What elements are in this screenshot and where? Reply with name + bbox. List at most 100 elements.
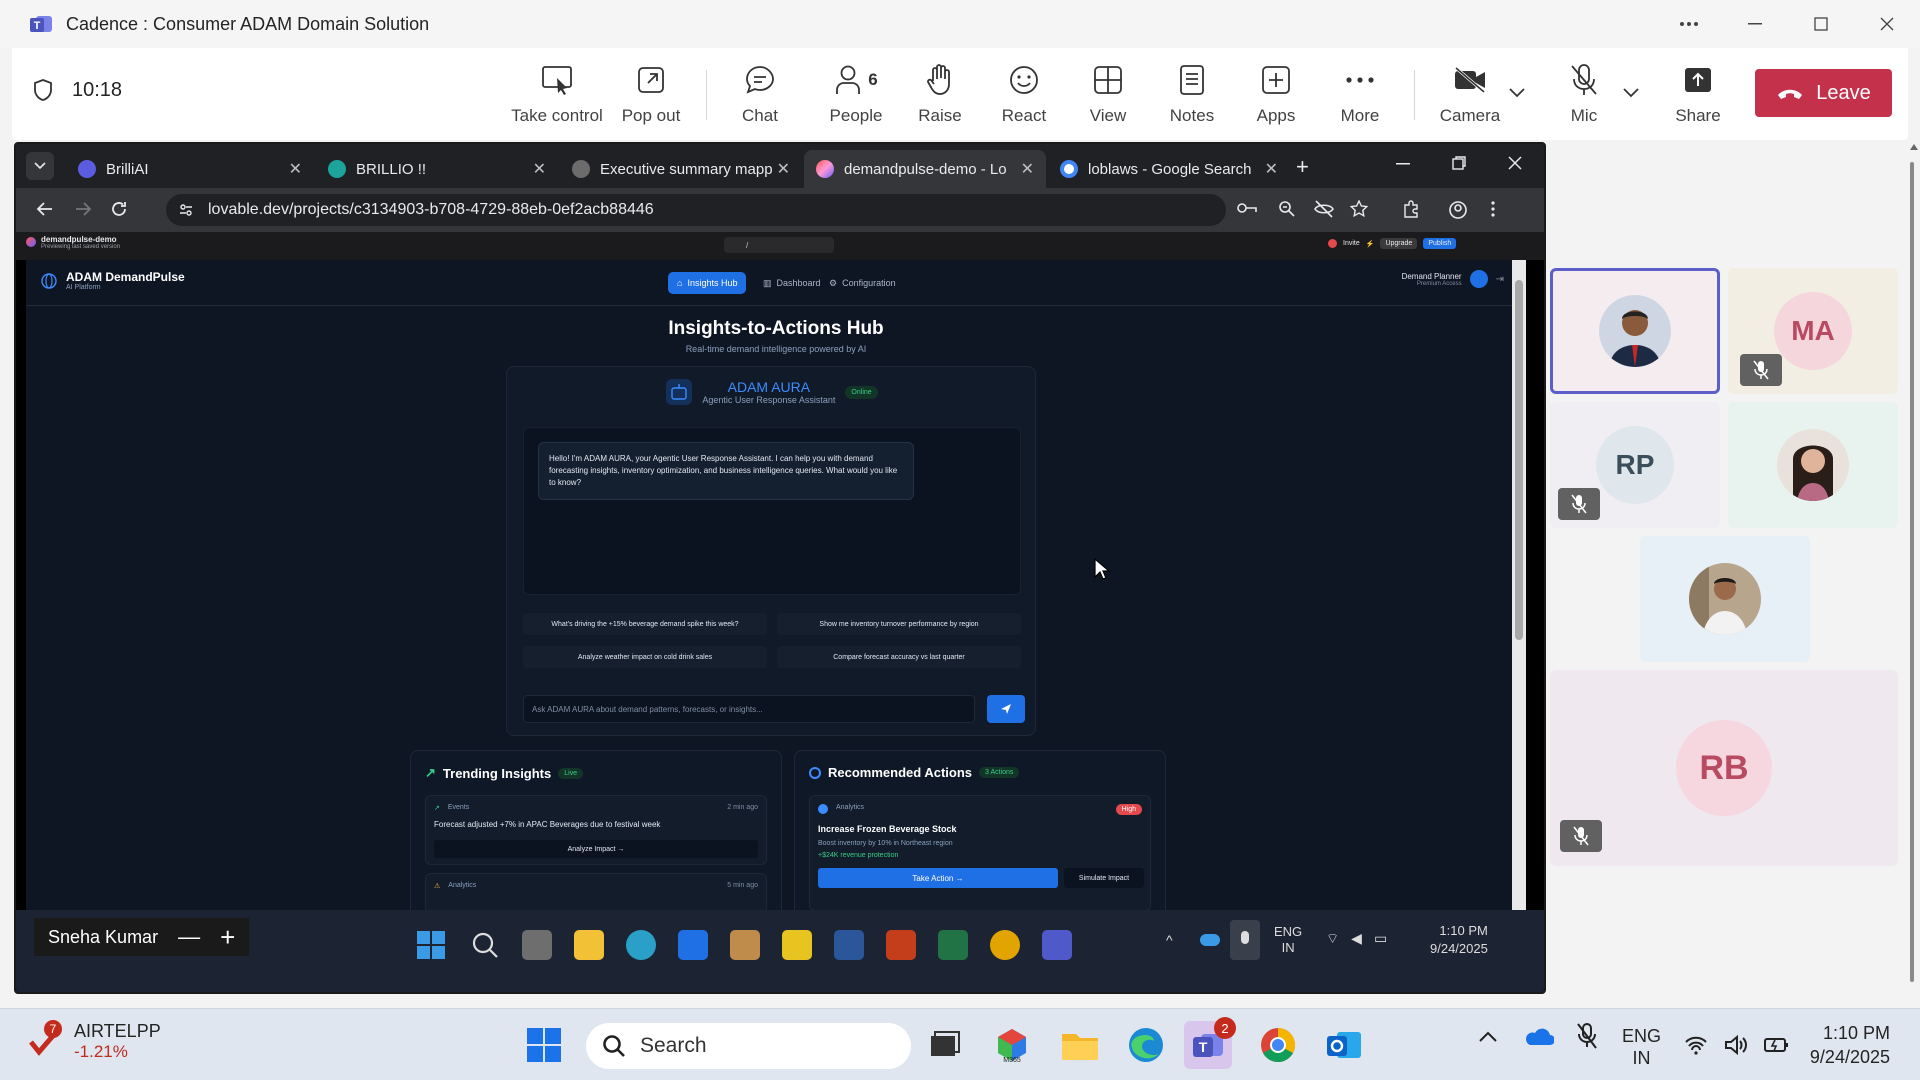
zoom-in-icon[interactable]: +: [220, 922, 235, 953]
close-tab-icon[interactable]: ✕: [289, 159, 302, 179]
browser-tab-executive-summary[interactable]: Executive summary mapp ✕: [560, 150, 802, 188]
suggestion-button[interactable]: Compare forecast accuracy vs last quarte…: [777, 646, 1021, 668]
leave-button[interactable]: Leave: [1755, 69, 1892, 117]
close-tab-icon[interactable]: ✕: [1265, 159, 1278, 179]
browser-restore-icon[interactable]: [1452, 156, 1466, 170]
suggestion-button[interactable]: Analyze weather impact on cold drink sal…: [523, 646, 767, 668]
user-menu[interactable]: Demand Planner Premium Access ⇥: [1402, 270, 1504, 288]
invite-button[interactable]: Invite: [1343, 240, 1360, 247]
system-clock[interactable]: 1:10 PM 9/24/2025: [1810, 1021, 1890, 1069]
show-hidden-icons-chevron-icon[interactable]: [1478, 1029, 1498, 1043]
upgrade-button[interactable]: Upgrade: [1380, 238, 1418, 249]
onedrive-icon[interactable]: [1524, 1025, 1554, 1047]
m365-button[interactable]: M365: [988, 1021, 1036, 1069]
suggestion-button[interactable]: What's driving the +15% beverage demand …: [523, 613, 767, 635]
more-label: More: [1340, 106, 1380, 125]
taskbar-search[interactable]: Search: [586, 1023, 911, 1069]
take-control-button[interactable]: Take control: [511, 60, 603, 126]
profile-icon[interactable]: [1448, 200, 1468, 220]
site-info-icon[interactable]: [178, 202, 194, 218]
browser-menu-icon[interactable]: [1490, 200, 1496, 218]
simulate-impact-button[interactable]: Simulate Impact: [1064, 868, 1144, 888]
close-tab-icon[interactable]: ✕: [777, 159, 790, 179]
extensions-puzzle-icon[interactable]: [1402, 200, 1420, 218]
camera-button[interactable]: Camera: [1425, 60, 1515, 126]
people-button[interactable]: 6 People: [811, 60, 901, 126]
apps-button[interactable]: Apps: [1231, 60, 1321, 126]
stock-widget[interactable]: 7 AIRTELPP -1.21%: [28, 1019, 161, 1062]
notes-button[interactable]: Notes: [1147, 60, 1237, 126]
more-button[interactable]: More: [1315, 60, 1405, 126]
chrome-button[interactable]: [1254, 1021, 1302, 1069]
edge-button[interactable]: [1122, 1021, 1170, 1069]
password-key-icon[interactable]: [1236, 200, 1258, 216]
nav-insights-hub[interactable]: ⌂ Insights Hub: [668, 272, 747, 294]
eye-off-icon[interactable]: [1314, 200, 1334, 218]
forward-arrow-icon[interactable]: [74, 200, 92, 218]
browser-close-icon[interactable]: [1508, 156, 1522, 170]
participant-tile-photo-2[interactable]: [1728, 402, 1898, 528]
task-view-button[interactable]: [920, 1021, 968, 1069]
ask-input[interactable]: Ask ADAM AURA about demand patterns, for…: [523, 695, 975, 723]
new-tab-plus-icon[interactable]: +: [1296, 154, 1309, 180]
participant-tile-active-speaker[interactable]: [1550, 268, 1720, 394]
language[interactable]: ENG: [1622, 1025, 1661, 1047]
send-icon: [1001, 704, 1011, 714]
file-explorer-button[interactable]: [1056, 1021, 1104, 1069]
app-scrollbar[interactable]: [1512, 260, 1526, 910]
share-button[interactable]: Share: [1653, 60, 1743, 126]
nav-dashboard[interactable]: ▥ Dashboard: [754, 272, 830, 294]
bookmark-star-icon[interactable]: [1350, 200, 1368, 218]
browser-tab-demandpulse[interactable]: demandpulse-demo - Lo ✕: [804, 150, 1046, 188]
analyze-impact-button[interactable]: Analyze Impact →: [434, 840, 758, 858]
raise-hand-button[interactable]: Raise: [895, 60, 985, 126]
teams-button[interactable]: T 2: [1184, 1017, 1236, 1069]
view-button[interactable]: View: [1063, 60, 1153, 126]
react-button[interactable]: React: [979, 60, 1069, 126]
participant-tile-photo-3[interactable]: [1640, 536, 1810, 662]
nav-configuration[interactable]: ⚙ Configuration: [820, 272, 905, 294]
close-button[interactable]: [1854, 0, 1920, 48]
take-action-button[interactable]: Take Action →: [818, 868, 1058, 888]
app-brand[interactable]: ADAM DemandPulse AI Platform: [40, 270, 185, 291]
more-options-icon[interactable]: [1656, 0, 1722, 48]
participant-tile-rp[interactable]: RP: [1550, 402, 1720, 528]
tab-search-chevron-icon[interactable]: [26, 152, 54, 180]
browser-tab-brilliai[interactable]: BrilliAI ✕: [66, 150, 314, 188]
maximize-button[interactable]: [1788, 0, 1854, 48]
address-bar[interactable]: lovable.dev/projects/c3134903-b708-4729-…: [166, 194, 1226, 226]
browser-tab-brillio[interactable]: BRILLIO !! ✕: [316, 150, 558, 188]
reload-icon[interactable]: [110, 200, 128, 218]
browser-minimize-icon[interactable]: [1396, 156, 1410, 170]
lovable-path-bar[interactable]: /: [724, 237, 834, 253]
participant-tile-ma[interactable]: MA: [1728, 268, 1898, 394]
wifi-icon: [1685, 1036, 1707, 1055]
mic-muted-tray-icon[interactable]: [1576, 1023, 1598, 1049]
participant-tile-rb[interactable]: RB: [1550, 670, 1898, 866]
logout-icon[interactable]: ⇥: [1496, 274, 1504, 285]
pop-out-button[interactable]: Pop out: [606, 60, 696, 126]
chat-button[interactable]: Chat: [715, 60, 805, 126]
region[interactable]: IN: [1622, 1047, 1661, 1069]
close-tab-icon[interactable]: ✕: [533, 159, 546, 179]
zoom-out-icon[interactable]: —: [178, 924, 200, 950]
windows-start-button[interactable]: [520, 1021, 568, 1069]
publish-button[interactable]: Publish: [1423, 238, 1457, 249]
send-button[interactable]: [987, 695, 1025, 723]
participant-photo-avatar: [1777, 429, 1849, 501]
mouse-cursor-icon: [1094, 558, 1110, 580]
gallery-scrollbar[interactable]: [1908, 142, 1918, 994]
zoom-icon[interactable]: [1278, 200, 1296, 218]
quick-settings[interactable]: [1684, 1035, 1790, 1055]
back-arrow-icon[interactable]: [36, 200, 54, 218]
minimize-button[interactable]: [1722, 0, 1788, 48]
mic-button[interactable]: Mic: [1539, 60, 1629, 126]
lovable-project-info[interactable]: demandpulse-demo Previewing last saved v…: [26, 235, 120, 250]
browser-tab-loblaws[interactable]: loblaws - Google Search ✕: [1048, 150, 1290, 188]
close-tab-icon[interactable]: ✕: [1021, 159, 1034, 179]
svg-text:M365: M365: [1003, 1057, 1021, 1064]
camera-options-chevron-icon[interactable]: [1509, 88, 1525, 98]
outlook-button[interactable]: [1320, 1021, 1368, 1069]
mic-options-chevron-icon[interactable]: [1623, 88, 1639, 98]
suggestion-button[interactable]: Show me inventory turnover performance b…: [777, 613, 1021, 635]
